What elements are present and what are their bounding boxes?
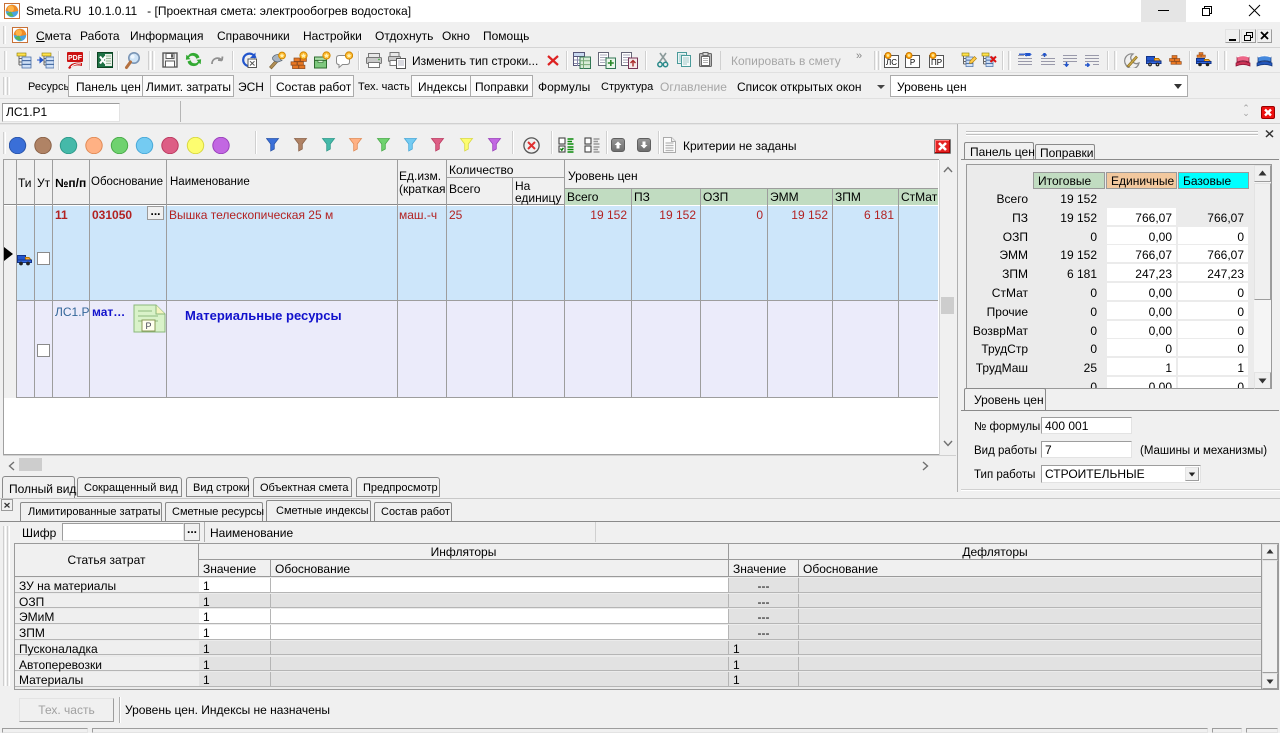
svg-text:P: P [145, 321, 151, 331]
svg-text:Р: Р [910, 58, 915, 67]
svg-text:ЛС: ЛС [886, 58, 897, 67]
svg-text:ПР: ПР [931, 58, 942, 67]
svg-text:PDF: PDF [68, 55, 83, 62]
